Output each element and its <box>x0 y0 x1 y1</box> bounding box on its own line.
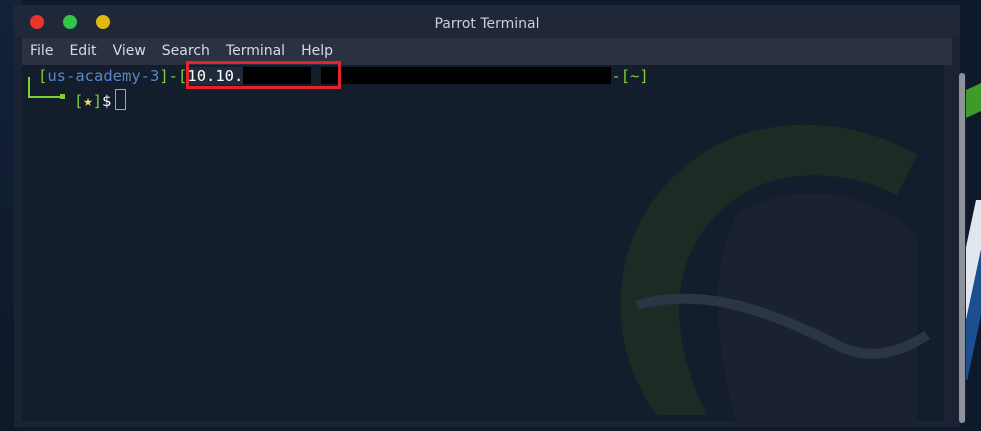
prompt-star: ★ <box>83 92 93 110</box>
menu-file[interactable]: File <box>22 38 61 65</box>
parrot-watermark <box>620 124 930 421</box>
menu-edit[interactable]: Edit <box>61 38 104 65</box>
prompt2-open-bracket: [ <box>74 92 84 110</box>
menubar: File Edit View Search Terminal Help <box>22 38 952 65</box>
ip-highlight-box <box>186 61 341 89</box>
window-title: Parrot Terminal <box>434 16 540 32</box>
menu-view[interactable]: View <box>105 38 154 65</box>
terminal-window: Parrot Terminal File Edit View Search Te… <box>14 5 966 427</box>
titlebar: Parrot Terminal <box>14 5 960 37</box>
text-cursor <box>115 89 127 110</box>
prompt-path: -[~] <box>611 67 649 85</box>
redacted-block-2 <box>321 67 612 84</box>
scrollbar-thumb[interactable] <box>959 73 965 423</box>
prompt-separator: - <box>168 67 179 85</box>
prompt-host: us-academy-3 <box>47 67 160 85</box>
prompt-close-bracket: ] <box>159 67 169 85</box>
prompt-line-2: [★]$ <box>26 89 127 111</box>
scrollbar[interactable] <box>958 73 966 423</box>
prompt-open-bracket: [ <box>38 67 48 85</box>
terminal-output[interactable]: [us-academy-3]-[10.10. -[~] [★]$ <box>22 65 944 421</box>
prompt-dollar: $ <box>102 92 112 110</box>
prompt2-close-bracket: ] <box>92 92 103 110</box>
